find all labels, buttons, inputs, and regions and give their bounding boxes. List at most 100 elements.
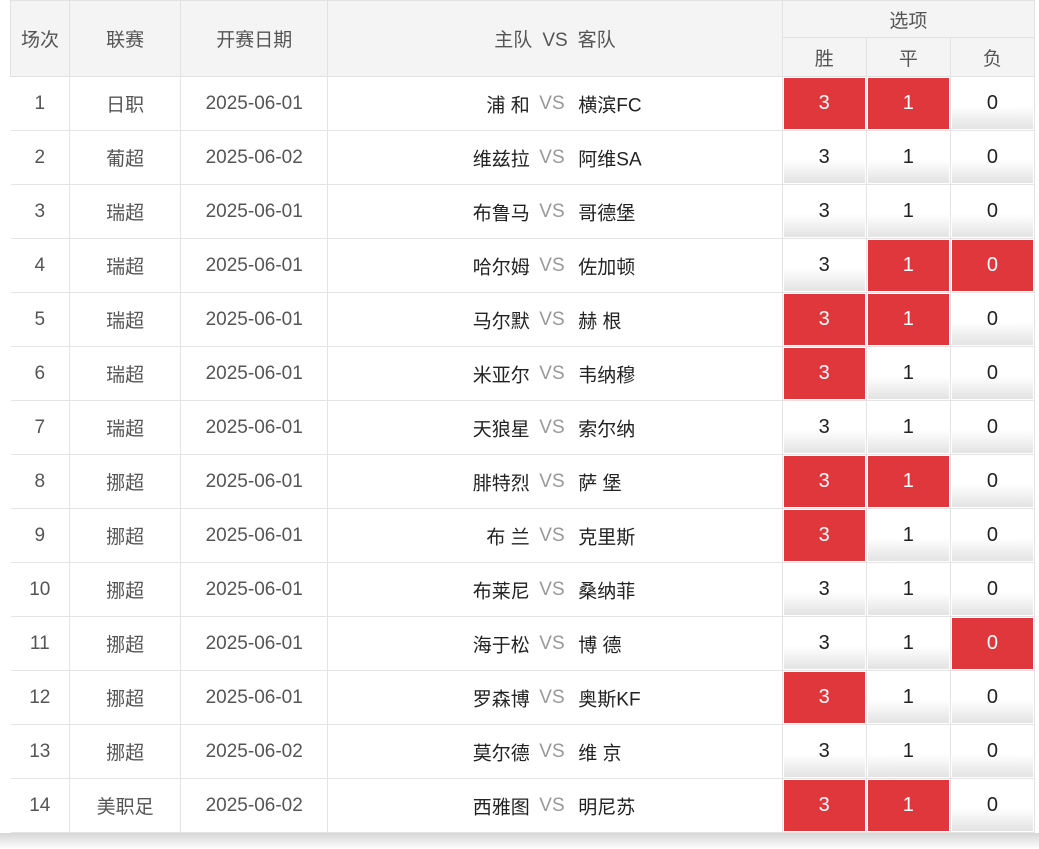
draw-cell: 1 (866, 292, 951, 347)
draw-cell: 1 (866, 454, 951, 509)
option-lose-button[interactable]: 0 (951, 78, 1033, 129)
league-name: 瑞超 (69, 346, 182, 401)
match-teams: 哈尔姆 VS 佐加顿 (327, 238, 783, 293)
match-teams: 浦 和 VS 横滨FC (327, 76, 783, 131)
option-lose-button[interactable]: 0 (951, 672, 1033, 723)
option-win-button[interactable]: 3 (783, 456, 865, 507)
table-row: 6 瑞超 2025-06-01 米亚尔 VS 韦纳穆 3 1 0 (10, 346, 1036, 401)
option-win-button[interactable]: 3 (783, 186, 865, 237)
draw-cell: 1 (866, 130, 951, 185)
option-draw-button[interactable]: 1 (867, 618, 949, 669)
home-team: 哈尔姆 (472, 257, 530, 278)
option-lose-button[interactable]: 0 (951, 726, 1033, 777)
match-date: 2025-06-01 (180, 508, 329, 563)
league-name: 挪超 (69, 670, 182, 725)
option-win-button[interactable]: 3 (783, 672, 865, 723)
option-draw-button[interactable]: 1 (867, 186, 949, 237)
header-home: 主队 (494, 30, 533, 51)
league-name: 葡超 (69, 130, 182, 185)
match-teams: 米亚尔 VS 韦纳穆 (327, 346, 783, 401)
match-number: 8 (10, 454, 71, 509)
option-draw-button[interactable]: 1 (867, 456, 949, 507)
option-lose-button[interactable]: 0 (951, 564, 1033, 615)
win-cell: 3 (782, 130, 867, 185)
option-lose-button[interactable]: 0 (951, 456, 1033, 507)
match-teams: 维兹拉 VS 阿维SA (327, 130, 783, 185)
option-draw-button[interactable]: 1 (867, 78, 949, 129)
option-lose-button[interactable]: 0 (951, 510, 1033, 561)
option-draw-button[interactable]: 1 (867, 780, 949, 831)
option-win-button[interactable]: 3 (783, 780, 865, 831)
home-team: 海于松 (472, 635, 530, 656)
option-lose-button[interactable]: 0 (951, 618, 1033, 669)
win-cell: 3 (782, 778, 867, 833)
vs-label: VS (539, 740, 565, 762)
home-team: 罗森博 (472, 689, 530, 710)
lose-cell: 0 (950, 778, 1036, 833)
header-vs: VS (542, 30, 568, 51)
option-win-button[interactable]: 3 (783, 726, 865, 777)
match-number: 3 (10, 184, 71, 239)
option-win-button[interactable]: 3 (783, 348, 865, 399)
draw-cell: 1 (866, 508, 951, 563)
option-lose-button[interactable]: 0 (951, 780, 1033, 831)
option-draw-button[interactable]: 1 (867, 564, 949, 615)
option-win-button[interactable]: 3 (783, 78, 865, 129)
option-lose-button[interactable]: 0 (951, 132, 1033, 183)
option-lose-button[interactable]: 0 (951, 240, 1033, 291)
home-team: 天狼星 (472, 419, 530, 440)
match-number: 1 (10, 76, 71, 131)
table-row: 7 瑞超 2025-06-01 天狼星 VS 索尔纳 3 1 0 (10, 400, 1036, 455)
option-draw-button[interactable]: 1 (867, 294, 949, 345)
scroll-shadow (0, 833, 1039, 849)
option-lose-button[interactable]: 0 (951, 402, 1033, 453)
table-header: 场次 联赛 开赛日期 主队 VS 客队 选项 胜 平 负 (10, 0, 1036, 77)
away-team: 萨 堡 (578, 473, 622, 494)
option-lose-button[interactable]: 0 (951, 348, 1033, 399)
option-draw-button[interactable]: 1 (867, 402, 949, 453)
lose-cell: 0 (950, 130, 1036, 185)
option-draw-button[interactable]: 1 (867, 132, 949, 183)
match-number: 9 (10, 508, 71, 563)
table-row: 3 瑞超 2025-06-01 布鲁马 VS 哥德堡 3 1 0 (10, 184, 1036, 239)
option-draw-button[interactable]: 1 (867, 510, 949, 561)
option-win-button[interactable]: 3 (783, 510, 865, 561)
home-team: 布莱尼 (472, 581, 530, 602)
option-win-button[interactable]: 3 (783, 564, 865, 615)
header-league: 联赛 (69, 0, 182, 77)
league-name: 瑞超 (69, 400, 182, 455)
win-cell: 3 (782, 724, 867, 779)
option-win-button[interactable]: 3 (783, 294, 865, 345)
option-win-button[interactable]: 3 (783, 618, 865, 669)
option-win-button[interactable]: 3 (783, 402, 865, 453)
match-number: 13 (10, 724, 71, 779)
option-draw-button[interactable]: 1 (867, 726, 949, 777)
match-date: 2025-06-01 (180, 616, 329, 671)
away-team: 哥德堡 (578, 203, 636, 224)
lose-cell: 0 (950, 400, 1036, 455)
option-lose-button[interactable]: 0 (951, 186, 1033, 237)
draw-cell: 1 (866, 400, 951, 455)
vs-label: VS (539, 686, 565, 708)
vs-label: VS (539, 578, 565, 600)
option-draw-button[interactable]: 1 (867, 348, 949, 399)
option-draw-button[interactable]: 1 (867, 672, 949, 723)
table-row: 11 挪超 2025-06-01 海于松 VS 博 德 310 (10, 616, 1036, 671)
win-cell: 3 (782, 616, 867, 671)
draw-cell: 1 (866, 76, 951, 131)
option-draw-button[interactable]: 1 (867, 240, 949, 291)
match-date: 2025-06-01 (180, 346, 329, 401)
lose-cell: 0 (950, 238, 1036, 293)
home-team: 浦 和 (486, 95, 530, 116)
match-number: 10 (10, 562, 71, 617)
match-teams: 罗森博 VS 奥斯KF (327, 670, 783, 725)
lose-cell: 0 (950, 184, 1036, 239)
match-date: 2025-06-01 (180, 184, 329, 239)
vs-label: VS (539, 524, 565, 546)
option-lose-button[interactable]: 0 (951, 294, 1033, 345)
option-win-button[interactable]: 3 (783, 240, 865, 291)
option-win-button[interactable]: 3 (783, 132, 865, 183)
match-number: 11 (10, 616, 71, 671)
draw-cell: 1 (866, 724, 951, 779)
table-row: 10 挪超 2025-06-01 布莱尼 VS 桑纳菲 3 1 0 (10, 562, 1036, 617)
